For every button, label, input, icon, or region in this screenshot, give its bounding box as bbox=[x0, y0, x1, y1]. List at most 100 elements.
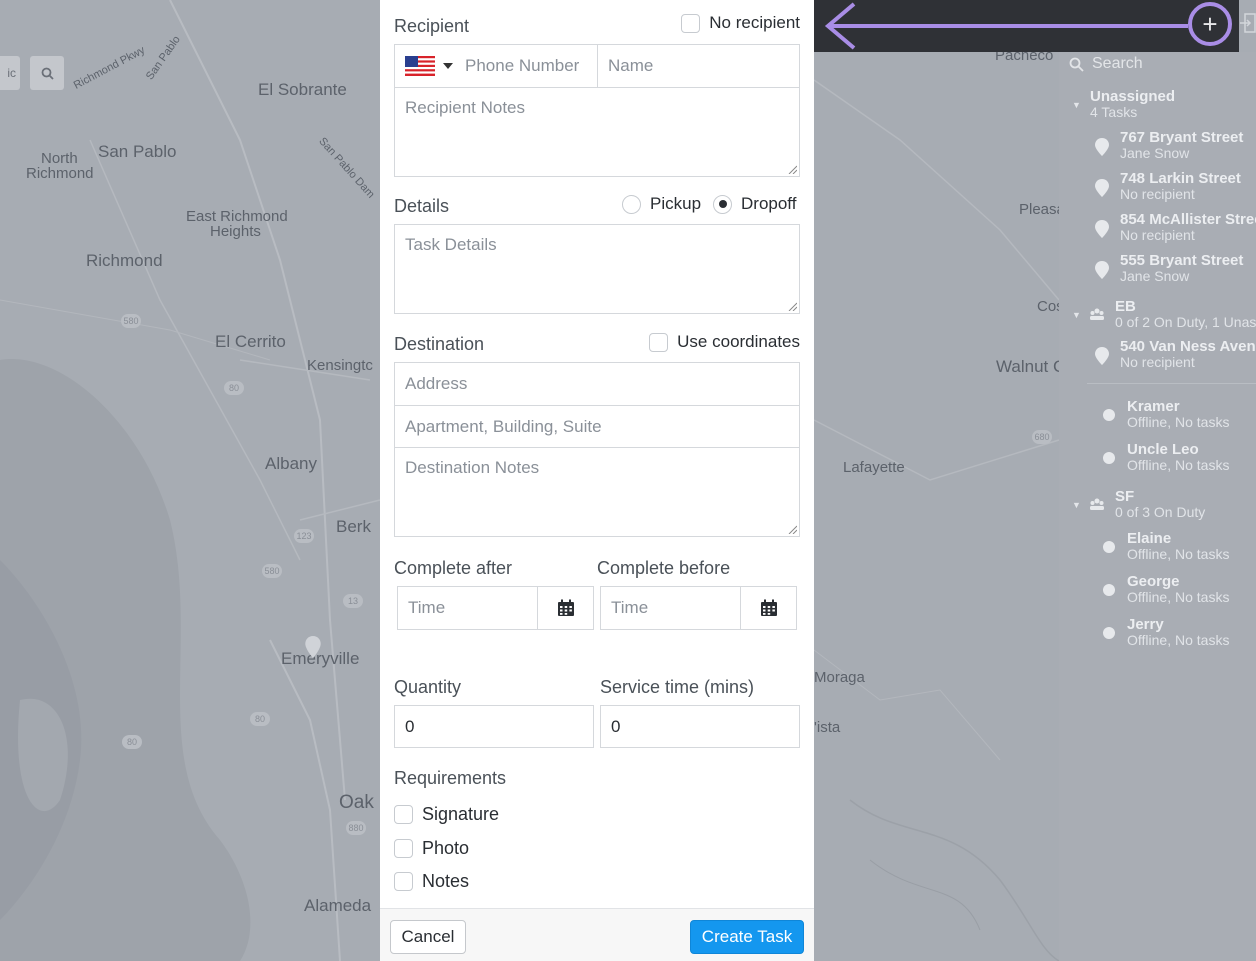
complete-before-calendar-button[interactable] bbox=[741, 586, 797, 630]
divider bbox=[1087, 383, 1256, 384]
resize-handle-icon[interactable] bbox=[788, 165, 797, 174]
highway-shield: 80 bbox=[250, 712, 270, 726]
logout-icon[interactable] bbox=[1240, 12, 1256, 34]
team-name[interactable]: EB bbox=[1115, 298, 1136, 315]
highway-shield: 580 bbox=[121, 314, 141, 328]
notes-label: Notes bbox=[422, 871, 470, 891]
task-pin-icon bbox=[1095, 138, 1109, 156]
collapse-caret-icon[interactable]: ▼ bbox=[1072, 310, 1081, 320]
team-status: 0 of 2 On Duty, 1 Unas bbox=[1115, 314, 1256, 330]
cancel-button[interactable]: Cancel bbox=[390, 920, 466, 954]
map-label: Albany bbox=[265, 454, 317, 473]
time-placeholder: Time bbox=[408, 598, 446, 617]
task-recipient: Jane Snow bbox=[1120, 145, 1190, 161]
no-recipient-checkbox[interactable] bbox=[681, 13, 701, 33]
notes-option[interactable]: Notes bbox=[394, 871, 469, 892]
map-label: Richmond bbox=[26, 165, 94, 182]
collapse-caret-icon[interactable]: ▼ bbox=[1072, 500, 1081, 510]
search-icon bbox=[41, 67, 54, 80]
modal-footer: Cancel Create Task bbox=[380, 908, 814, 961]
map-label: 'ista bbox=[814, 719, 841, 736]
time-placeholder: Time bbox=[611, 598, 649, 617]
task-recipient: No recipient bbox=[1120, 186, 1195, 202]
requirements-label: Requirements bbox=[394, 768, 507, 788]
highway-shield: 13 bbox=[343, 594, 363, 608]
driver-status-dot bbox=[1103, 409, 1115, 421]
task-pin-icon bbox=[1095, 179, 1109, 197]
photo-option[interactable]: Photo bbox=[394, 838, 469, 859]
use-coordinates-label: Use coordinates bbox=[677, 332, 800, 351]
destination-notes-placeholder: Destination Notes bbox=[405, 458, 540, 477]
country-dropdown-icon[interactable] bbox=[443, 63, 453, 69]
map-search-button[interactable] bbox=[30, 56, 64, 90]
complete-before-time-field[interactable]: Time bbox=[600, 586, 741, 630]
task-address: 767 Bryant Street bbox=[1120, 129, 1244, 146]
task-address: 555 Bryant Street bbox=[1120, 252, 1244, 269]
driver-status: Offline, No tasks bbox=[1127, 414, 1230, 430]
task-details-field[interactable]: Task Details bbox=[394, 224, 800, 314]
highway-shield: 580 bbox=[262, 564, 282, 578]
dropoff-radio[interactable] bbox=[713, 194, 732, 214]
unassigned-title[interactable]: Unassigned bbox=[1090, 88, 1175, 105]
driver-status: Offline, No tasks bbox=[1127, 546, 1230, 562]
quantity-input[interactable]: 0 bbox=[394, 705, 594, 748]
name-field[interactable]: Name bbox=[597, 44, 800, 88]
task-address: 854 McAllister Stree bbox=[1120, 211, 1256, 228]
complete-after-time-field[interactable]: Time bbox=[397, 586, 538, 630]
signature-checkbox[interactable] bbox=[394, 805, 413, 824]
calendar-icon bbox=[760, 599, 777, 616]
apartment-placeholder: Apartment, Building, Suite bbox=[405, 416, 602, 436]
task-recipient: No recipient bbox=[1120, 227, 1195, 243]
notes-checkbox[interactable] bbox=[394, 872, 413, 891]
map-label: El Sobrante bbox=[258, 80, 347, 99]
driver-status-dot bbox=[1103, 627, 1115, 639]
map-label: Moraga bbox=[814, 669, 865, 686]
use-coordinates-option[interactable]: Use coordinates bbox=[649, 332, 800, 352]
panel-search[interactable]: Search bbox=[1069, 54, 1143, 74]
map-label: Heights bbox=[210, 223, 261, 240]
destination-notes-field[interactable]: Destination Notes bbox=[394, 447, 800, 537]
photo-label: Photo bbox=[422, 838, 470, 858]
service-time-label: Service time (mins) bbox=[600, 677, 755, 697]
name-placeholder: Name bbox=[608, 56, 654, 75]
apartment-field[interactable]: Apartment, Building, Suite bbox=[394, 405, 800, 448]
address-field[interactable]: Address bbox=[394, 362, 800, 406]
map-label: Pleasa bbox=[1019, 201, 1065, 218]
complete-after-label: Complete after bbox=[394, 558, 513, 578]
service-time-input[interactable]: 0 bbox=[600, 705, 800, 748]
create-task-button[interactable]: Create Task bbox=[690, 920, 804, 954]
map-control-button[interactable]: ic bbox=[0, 56, 20, 90]
pickup-radio[interactable] bbox=[622, 194, 641, 214]
service-time-value: 0 bbox=[611, 716, 621, 736]
use-coordinates-checkbox[interactable] bbox=[649, 332, 669, 352]
us-flag-icon bbox=[405, 56, 435, 76]
collapse-caret-icon[interactable]: ▼ bbox=[1072, 100, 1081, 110]
signature-label: Signature bbox=[422, 804, 500, 824]
no-recipient-option[interactable]: No recipient bbox=[681, 13, 800, 33]
task-pin-icon bbox=[1095, 347, 1109, 365]
task-pin-icon bbox=[1095, 220, 1109, 238]
map-label: El Cerrito bbox=[215, 332, 286, 351]
map-label: Lafayette bbox=[843, 459, 905, 476]
highway-shield: 123 bbox=[294, 529, 314, 543]
pickup-option[interactable]: Pickup bbox=[622, 194, 701, 214]
driver-name: Kramer bbox=[1127, 398, 1180, 415]
phone-field[interactable]: Phone Number bbox=[394, 44, 598, 88]
resize-handle-icon[interactable] bbox=[788, 525, 797, 534]
panel-search-placeholder: Search bbox=[1092, 55, 1143, 72]
map-pin-icon[interactable] bbox=[305, 636, 321, 658]
recipient-notes-placeholder: Recipient Notes bbox=[405, 98, 526, 117]
task-recipient: Jane Snow bbox=[1120, 268, 1190, 284]
team-name[interactable]: SF bbox=[1115, 488, 1134, 505]
resize-handle-icon[interactable] bbox=[788, 302, 797, 311]
no-recipient-label: No recipient bbox=[709, 13, 800, 32]
task-address: 540 Van Ness Avenu bbox=[1120, 338, 1256, 355]
photo-checkbox[interactable] bbox=[394, 839, 413, 858]
dropoff-option[interactable]: Dropoff bbox=[713, 194, 796, 214]
driver-status: Offline, No tasks bbox=[1127, 457, 1230, 473]
signature-option[interactable]: Signature bbox=[394, 804, 499, 825]
complete-after-calendar-button[interactable] bbox=[538, 586, 594, 630]
add-task-button[interactable]: + bbox=[1188, 2, 1232, 46]
unassigned-count: 4 Tasks bbox=[1090, 104, 1138, 120]
recipient-notes-field[interactable]: Recipient Notes bbox=[394, 87, 800, 177]
